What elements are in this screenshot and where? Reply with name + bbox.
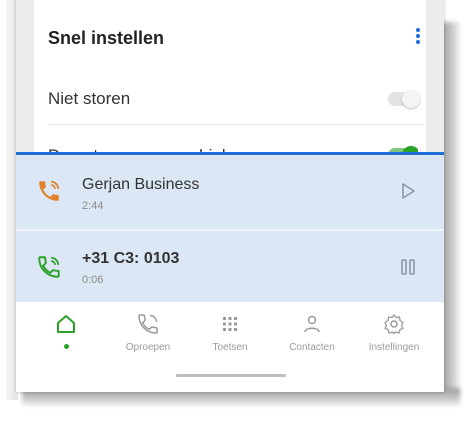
do-not-disturb-label: Niet storen — [48, 89, 131, 108]
nav-item-instellingen[interactable]: Instellingen — [354, 312, 434, 368]
nav-label: Oproepen — [125, 342, 171, 353]
nav-label: Toetsen — [212, 342, 248, 353]
nav-label: Instellingen — [368, 342, 420, 353]
divider — [48, 124, 424, 125]
call-row[interactable]: Gerjan Business 2:44 — [16, 155, 444, 227]
quick-settings-title: Snel instellen — [48, 28, 165, 48]
do-not-disturb-row[interactable]: Niet storen — [48, 80, 420, 120]
more-vertical-icon[interactable] — [415, 28, 421, 48]
do-not-disturb-toggle[interactable] — [388, 90, 420, 108]
settings-icon — [384, 314, 404, 335]
nav-item-contacten[interactable]: Contacten — [272, 312, 352, 368]
dialpad-icon — [223, 317, 237, 331]
home-indicator[interactable] — [176, 374, 286, 377]
screen-edge-left — [16, 0, 34, 152]
quick-settings-card: Snel instellen Niet storen Doorsturen na… — [34, 0, 426, 160]
nav-item-home[interactable] — [26, 312, 106, 368]
phone-screen: Snel instellen Niet storen Doorsturen na… — [16, 0, 444, 392]
play-icon[interactable] — [398, 181, 418, 201]
person-icon — [304, 315, 320, 333]
nav-item-toetsen[interactable]: Toetsen — [190, 312, 270, 368]
screen-edge-right — [426, 0, 444, 152]
call-held-icon — [39, 180, 60, 201]
nav-label: Contacten — [289, 342, 335, 353]
pause-icon[interactable] — [398, 257, 418, 277]
caller-number: +31 C3: 0103 — [82, 250, 180, 267]
toggle-knob — [402, 90, 420, 108]
active-calls-panel: Gerjan Business 2:44 +31 C3: 0103 0:06 — [16, 152, 444, 303]
call-active-icon — [38, 256, 60, 278]
caller-name: Gerjan Business — [82, 176, 200, 193]
bottom-navigation: Oproepen Toetsen Contacten Instellingen — [16, 302, 444, 372]
home-icon — [57, 315, 75, 333]
call-duration: 0:06 — [82, 274, 104, 286]
phone-icon — [138, 314, 158, 334]
nav-item-oproepen[interactable]: Oproepen — [108, 312, 188, 368]
call-duration: 2:44 — [82, 200, 104, 212]
active-indicator-dot — [63, 344, 69, 349]
call-row[interactable]: +31 C3: 0103 0:06 — [16, 231, 444, 303]
